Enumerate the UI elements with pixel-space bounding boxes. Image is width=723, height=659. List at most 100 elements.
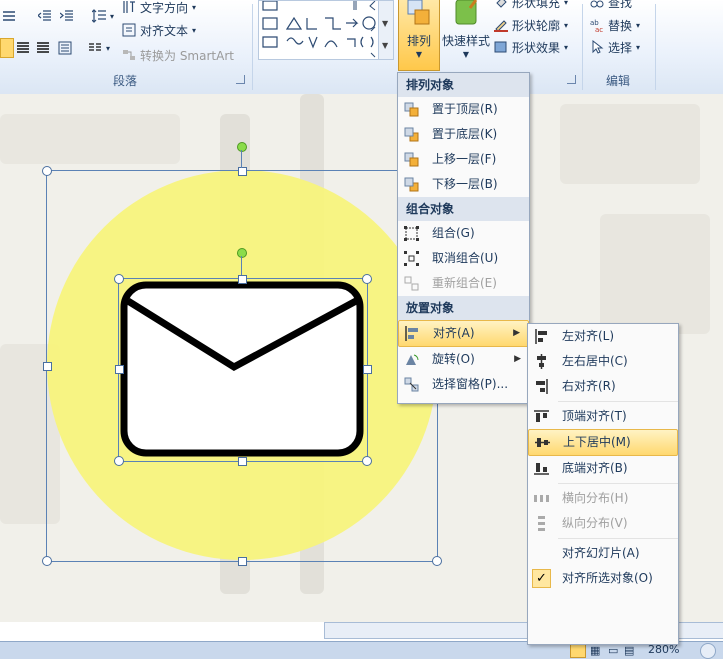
reading-view-icon[interactable]: ▭ — [608, 644, 618, 657]
resize-handle[interactable] — [238, 167, 247, 176]
align-active-button[interactable] — [0, 38, 14, 58]
list-icon — [3, 11, 15, 21]
align-center-item[interactable]: 左右居中(C) — [528, 349, 678, 374]
resize-handle[interactable] — [238, 457, 247, 466]
replace-icon: abac — [590, 19, 603, 32]
distribute-horizontally-item[interactable]: 横向分布(H) — [528, 486, 678, 511]
arrange-icon — [407, 0, 430, 25]
distribute-vertically-item[interactable]: 纵向分布(V) — [528, 511, 678, 536]
resize-handle[interactable] — [42, 166, 52, 176]
group-item[interactable]: 组合(G) — [398, 221, 529, 246]
distributed-button[interactable] — [36, 38, 50, 58]
replace-button[interactable]: ab ac 替换 ▾ — [590, 15, 640, 35]
normal-view-button[interactable] — [570, 643, 586, 658]
svg-text:ac: ac — [595, 26, 603, 32]
send-backward-item[interactable]: 下移一层(B) — [398, 172, 529, 197]
align-top-label: 顶端对齐(T) — [562, 409, 627, 423]
align-to-slide-item[interactable]: 对齐幻灯片(A) — [528, 541, 678, 566]
rotation-line — [241, 150, 242, 168]
text-direction-icon — [123, 1, 135, 13]
paragraph-dialog-launcher[interactable] — [236, 75, 245, 84]
rotation-handle[interactable] — [237, 248, 247, 258]
smartart-icon — [123, 50, 135, 60]
shape-effects-button[interactable]: 形状效果 ▾ — [494, 37, 568, 57]
align-left-item[interactable]: 左对齐(L) — [528, 324, 678, 349]
columns-align-button[interactable] — [58, 38, 72, 58]
quick-styles-icon — [455, 0, 478, 25]
bring-forward-label: 上移一层(F) — [432, 152, 497, 166]
columns-icon — [89, 43, 101, 51]
align-right-item[interactable]: 右对齐(R) — [528, 374, 678, 399]
justify-button[interactable] — [16, 38, 30, 58]
drawing-dialog-launcher[interactable] — [567, 75, 576, 84]
rotate-icon — [406, 354, 419, 365]
bring-forward-icon — [404, 152, 419, 167]
resize-handle[interactable] — [114, 274, 124, 284]
resize-handle[interactable] — [238, 557, 247, 566]
bring-forward-item[interactable]: 上移一层(F) — [398, 147, 529, 172]
selection-pane-label: 选择窗格(P)... — [432, 377, 509, 391]
zoom-out-button[interactable] — [700, 643, 716, 659]
menu-header-position: 放置对象 — [398, 296, 529, 320]
bring-to-front-item[interactable]: 置于顶层(R) — [398, 97, 529, 122]
quick-styles-button[interactable]: 快速样式 ▼ — [440, 0, 492, 70]
quick-styles-dropdown-icon: ▼ — [462, 50, 470, 59]
find-button[interactable]: 查找 — [590, 0, 632, 12]
align-middle-item[interactable]: 上下居中(M) — [528, 429, 678, 456]
resize-handle[interactable] — [114, 456, 124, 466]
distribute-horizontally-label: 横向分布(H) — [562, 491, 629, 505]
increase-indent-button[interactable] — [60, 6, 74, 26]
shape-effects-label: 形状效果 — [512, 40, 561, 55]
rotation-handle[interactable] — [237, 142, 247, 152]
align-item[interactable]: 对齐(A) ▶ — [398, 320, 529, 347]
ungroup-label: 取消组合(U) — [432, 251, 499, 265]
send-backward-label: 下移一层(B) — [432, 177, 498, 191]
rotate-item[interactable]: 旋转(O) ▶ — [398, 347, 529, 372]
ungroup-item[interactable]: 取消组合(U) — [398, 246, 529, 271]
shape-outline-button[interactable]: 形状轮廓 ▾ — [494, 15, 568, 35]
line-spacing-button[interactable]: ▾ — [92, 6, 114, 26]
slideshow-view-icon[interactable]: ▤ — [624, 644, 634, 657]
slide-sorter-view-icon[interactable]: ▦ — [590, 644, 600, 657]
resize-handle[interactable] — [363, 365, 372, 374]
submenu-arrow-icon: ▶ — [513, 328, 520, 338]
align-text-button[interactable]: 对齐文本 ▾ — [122, 20, 196, 40]
resize-handle[interactable] — [238, 275, 247, 284]
align-top-item[interactable]: 顶端对齐(T) — [528, 404, 678, 429]
binoculars-icon — [590, 0, 604, 8]
align-selected-objects-label: 对齐所选对象(O) — [562, 571, 653, 585]
resize-handle[interactable] — [42, 556, 52, 566]
send-to-back-icon — [404, 127, 419, 142]
cursor-icon — [592, 40, 604, 54]
ribbon: ▾ 文字方向 ▾ 对齐文本 ▾ 转换为 SmartArt ▾ 段落 ▼ ▼ 排列… — [0, 0, 723, 95]
distribute-vertically-label: 纵向分布(V) — [562, 516, 628, 530]
text-direction-button[interactable]: 文字方向 ▾ — [122, 0, 196, 17]
shapes-gallery-scroll[interactable]: ▼ ▼ — [378, 0, 394, 60]
send-to-back-item[interactable]: 置于底层(K) — [398, 122, 529, 147]
decrease-indent-button[interactable] — [38, 6, 52, 26]
align-icon — [405, 326, 418, 341]
group-label: 组合(G) — [432, 226, 475, 240]
selection-pane-icon — [404, 377, 419, 392]
columns-button[interactable]: ▾ — [88, 38, 110, 58]
resize-handle[interactable] — [432, 556, 442, 566]
regroup-item[interactable]: 重新组合(E) — [398, 271, 529, 296]
ribbon-separator — [252, 4, 253, 90]
select-button[interactable]: 选择 ▾ — [590, 37, 640, 57]
align-selected-objects-item[interactable]: ✓ 对齐所选对象(O) — [528, 566, 678, 591]
align-bottom-item[interactable]: 底端对齐(B) — [528, 456, 678, 481]
shape-outline-label: 形状轮廓 — [512, 18, 561, 33]
convert-smartart-button[interactable]: 转换为 SmartArt — [122, 45, 234, 65]
resize-handle[interactable] — [362, 456, 372, 466]
selection-pane-item[interactable]: 选择窗格(P)... — [398, 372, 529, 397]
resize-handle[interactable] — [115, 365, 124, 374]
shape-fill-button[interactable]: 形状填充 ▾ — [494, 0, 568, 12]
arrange-button[interactable]: 排列 ▼ — [398, 0, 440, 71]
resize-handle[interactable] — [362, 274, 372, 284]
menu-header-group: 组合对象 — [398, 197, 529, 221]
distribute-vertically-icon — [538, 516, 545, 531]
shapes-gallery[interactable] — [258, 0, 380, 60]
resize-handle[interactable] — [43, 362, 52, 371]
arrange-label: 排列 — [406, 34, 431, 48]
bullets-button[interactable] — [2, 6, 16, 26]
